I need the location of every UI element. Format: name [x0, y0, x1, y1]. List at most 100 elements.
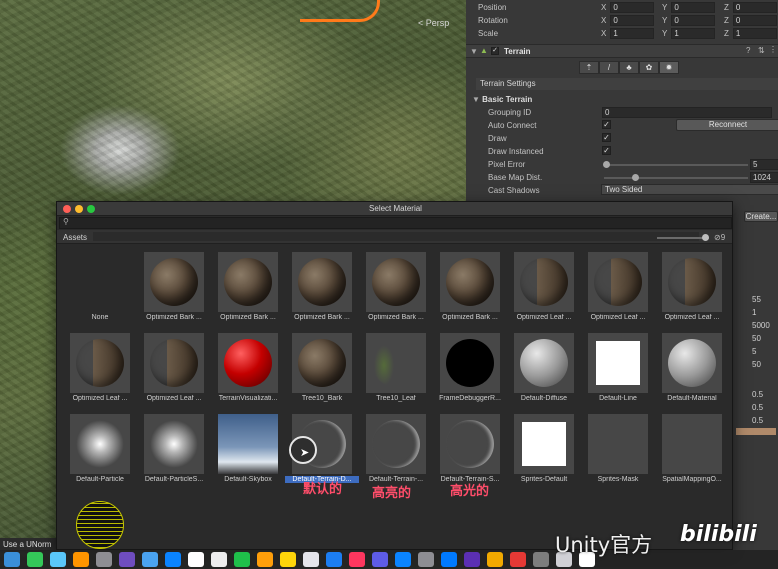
reconnect-button[interactable]: Reconnect [676, 119, 778, 131]
paint-details-icon[interactable]: ✿ [639, 61, 659, 74]
inspector-value[interactable]: 0.5 [752, 416, 764, 425]
dock-app-icon[interactable] [211, 552, 227, 567]
assets-tab[interactable]: Assets [63, 233, 87, 242]
dock-app-icon[interactable] [487, 552, 503, 567]
grouping-id-field[interactable]: 0 [602, 107, 772, 118]
settings-gear-icon[interactable]: ✹ [659, 61, 679, 74]
dock-app-icon[interactable] [510, 552, 526, 567]
search-input[interactable]: ⚲ [59, 217, 732, 229]
dock-app-icon[interactable] [188, 552, 204, 567]
inspector-value[interactable]: 50 [752, 334, 764, 343]
paint-tree-icon[interactable]: ♣ [619, 61, 639, 74]
material-item[interactable]: Default-Skybox [211, 410, 285, 490]
dock-app-icon[interactable] [50, 552, 66, 567]
material-item[interactable]: Default-Material [655, 329, 729, 409]
cast-shadows-dropdown[interactable]: Two Sided [601, 184, 778, 195]
material-item[interactable]: Sprites-Default [507, 410, 581, 490]
dock-app-icon[interactable] [4, 552, 20, 567]
transform-value[interactable]: 0 [671, 15, 716, 26]
pixel-error-slider-knob[interactable] [603, 161, 610, 168]
transform-x-field[interactable]: X0 [601, 2, 655, 13]
dock-app-icon[interactable] [119, 552, 135, 567]
draw-instanced-checkbox[interactable]: ✓ [602, 146, 611, 155]
material-item[interactable]: SpatialMappingO... [655, 410, 729, 490]
inspector-value[interactable]: 0.5 [752, 390, 764, 399]
base-map-dist-slider[interactable] [604, 177, 748, 179]
inspector-value[interactable]: 55 [752, 295, 764, 304]
material-item[interactable]: Optimized Bark ... [285, 248, 359, 328]
raise-terrain-icon[interactable]: ⇡ [579, 61, 599, 74]
inspector-value[interactable]: 50 [752, 360, 764, 369]
material-item[interactable]: Default-Terrain-... [359, 410, 433, 490]
more-icon[interactable]: ⋮ [769, 45, 777, 54]
inspector-value[interactable]: 1 [752, 308, 764, 317]
transform-value[interactable]: 1 [671, 28, 716, 39]
paint-brush-icon[interactable]: / [599, 61, 619, 74]
dock-app-icon[interactable] [349, 552, 365, 567]
material-item[interactable]: Optimized Bark ... [433, 248, 507, 328]
hidden-packages-toggle[interactable]: ⊘9 [714, 233, 725, 242]
basic-terrain-foldout[interactable]: ▼ Basic Terrain [472, 95, 532, 104]
dock-app-icon[interactable] [395, 552, 411, 567]
transform-value[interactable]: 0 [671, 2, 716, 13]
inspector-value[interactable]: 5000 [752, 321, 770, 330]
material-item[interactable]: Optimized Leaf ... [63, 329, 137, 409]
material-item[interactable]: Optimized Leaf ... [655, 248, 729, 328]
material-item[interactable]: Default-Terrain-S... [433, 410, 507, 490]
dock-app-icon[interactable] [464, 552, 480, 567]
material-item[interactable]: Tree10_Leaf [359, 329, 433, 409]
dock-app-icon[interactable] [303, 552, 319, 567]
dock-app-icon[interactable] [326, 552, 342, 567]
dialog-titlebar[interactable]: Select Material [57, 202, 732, 216]
foldout-arrow-icon[interactable]: ▼ [470, 47, 478, 56]
transform-value[interactable]: 0 [610, 15, 655, 26]
dock-app-icon[interactable] [280, 552, 296, 567]
pixel-error-slider[interactable] [604, 164, 748, 166]
dock-app-icon[interactable] [257, 552, 273, 567]
material-item[interactable]: FrameDebuggerR... [433, 329, 507, 409]
material-item[interactable]: Optimized Bark ... [359, 248, 433, 328]
dock-app-icon[interactable] [418, 552, 434, 567]
material-item[interactable]: Optimized Bark ... [211, 248, 285, 328]
transform-y-field[interactable]: Y0 [662, 2, 716, 13]
transform-value[interactable]: 0 [732, 2, 777, 13]
transform-x-field[interactable]: X1 [601, 28, 655, 39]
base-map-dist-slider-knob[interactable] [632, 174, 639, 181]
transform-z-field[interactable]: Z1 [724, 28, 777, 39]
dock-app-icon[interactable] [165, 552, 181, 567]
material-item[interactable]: Optimized Leaf ... [507, 248, 581, 328]
dock-app-icon[interactable] [372, 552, 388, 567]
dock-app-icon[interactable] [142, 552, 158, 567]
material-item[interactable]: Optimized Leaf ... [137, 329, 211, 409]
inspector-value[interactable]: 5 [752, 347, 764, 356]
transform-z-field[interactable]: Z0 [724, 15, 777, 26]
auto-connect-checkbox[interactable]: ✓ [602, 120, 611, 129]
create-button[interactable]: Create... [744, 211, 778, 222]
transform-value[interactable]: 0 [610, 2, 655, 13]
color-swatch[interactable] [736, 428, 776, 435]
transform-z-field[interactable]: Z0 [724, 2, 777, 13]
transform-value[interactable]: 1 [732, 28, 777, 39]
preset-icon[interactable]: ⇅ [758, 46, 765, 55]
material-item[interactable]: Default-Particle [63, 410, 137, 490]
inspector-value[interactable]: 0.5 [752, 403, 764, 412]
transform-value[interactable]: 0 [732, 15, 777, 26]
dock-app-icon[interactable] [27, 552, 43, 567]
material-item[interactable]: Optimized Bark ... [137, 248, 211, 328]
material-item[interactable] [63, 491, 137, 549]
material-item[interactable]: Default-ParticleS... [137, 410, 211, 490]
component-enable-checkbox[interactable]: ✓ [491, 47, 499, 55]
help-icon[interactable]: ? [746, 46, 750, 55]
transform-y-field[interactable]: Y0 [662, 15, 716, 26]
material-item[interactable]: Tree10_Bark [285, 329, 359, 409]
transform-y-field[interactable]: Y1 [662, 28, 716, 39]
thumbnail-size-knob[interactable] [702, 234, 709, 241]
terrain-component-header[interactable]: ▼ ▲ ✓ Terrain ? ⇅ ⋮ [466, 44, 778, 58]
dock-app-icon[interactable] [234, 552, 250, 567]
material-item[interactable]: Default-Diffuse [507, 329, 581, 409]
dock-app-icon[interactable] [441, 552, 457, 567]
base-map-dist-field[interactable]: 1024 [750, 172, 778, 183]
transform-value[interactable]: 1 [610, 28, 655, 39]
draw-checkbox[interactable]: ✓ [602, 133, 611, 142]
material-item[interactable]: Default-Line [581, 329, 655, 409]
